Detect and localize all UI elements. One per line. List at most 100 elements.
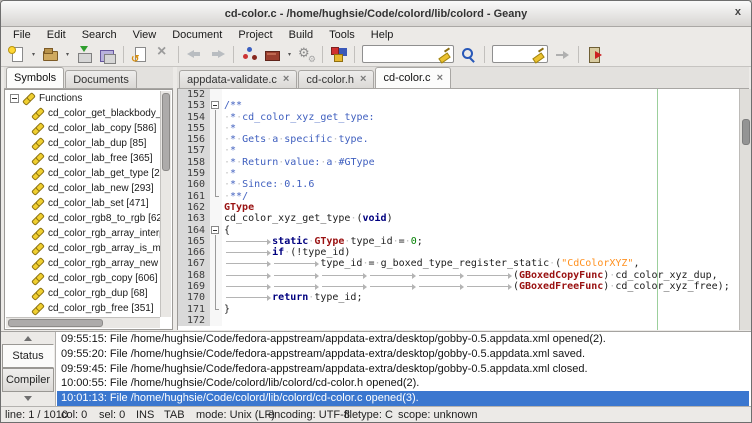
symbol-item[interactable]: cd_color_lab_dup [85]	[5, 136, 160, 151]
message-tabs-scroll-up-button[interactable]	[1, 332, 55, 344]
code-area[interactable]: 152153/**154·*·cd_color_xyz_get_type:155…	[178, 89, 751, 326]
build-button[interactable]	[261, 43, 284, 66]
open-folder-button[interactable]	[39, 43, 62, 66]
build-chevron-button[interactable]: ▾	[284, 43, 295, 66]
fold-margin[interactable]	[210, 304, 222, 315]
fold-margin[interactable]	[210, 179, 222, 190]
goto-line-input[interactable]	[495, 47, 533, 61]
code-text: }	[222, 304, 230, 315]
sidebar-tab-symbols[interactable]: Symbols	[6, 67, 64, 88]
fold-margin[interactable]	[210, 292, 222, 303]
fold-margin[interactable]	[210, 281, 222, 292]
fold-collapse-icon[interactable]	[211, 226, 219, 234]
menu-build[interactable]: Build	[281, 29, 321, 41]
search-input[interactable]	[365, 47, 428, 61]
menu-view[interactable]: View	[125, 29, 165, 41]
symbol-item[interactable]: cd_color_rgb8_to_rgb [626]	[5, 211, 160, 226]
status-message-row[interactable]: 10:00:55: File /home/hughsie/Code/colord…	[57, 376, 749, 391]
code-line: 158·*·Return·value:·a·#GType	[178, 157, 751, 168]
collapse-expander-icon[interactable]	[10, 94, 19, 103]
nav-back-button[interactable]	[183, 43, 206, 66]
sidebar-tab-bar: SymbolsDocuments	[4, 67, 173, 89]
token: *	[230, 168, 236, 179]
symbol-item[interactable]: cd_color_rgb_array_interpolate [9	[5, 226, 160, 241]
symbol-item[interactable]: cd_color_lab_copy [586]	[5, 121, 160, 136]
run-button[interactable]	[295, 43, 318, 66]
symbol-item[interactable]: cd_color_rgb_copy [606]	[5, 271, 160, 286]
fold-margin[interactable]	[210, 112, 222, 123]
message-tabs-scroll-down-button[interactable]	[1, 392, 55, 404]
search-button[interactable]	[457, 43, 480, 66]
symbol-item[interactable]: cd_color_lab_set [471]	[5, 196, 160, 211]
sidebar-tab-documents[interactable]: Documents	[65, 70, 137, 88]
fold-margin[interactable]	[210, 258, 222, 269]
fold-margin[interactable]	[210, 270, 222, 281]
close-document-button[interactable]	[151, 43, 174, 66]
fold-margin[interactable]	[210, 89, 222, 100]
message-tab-status[interactable]: Status	[2, 344, 54, 368]
fold-margin[interactable]	[210, 202, 222, 213]
quit-button[interactable]	[583, 43, 606, 66]
fold-margin[interactable]	[210, 168, 222, 179]
jump-to-button[interactable]	[551, 43, 574, 66]
fold-margin[interactable]	[210, 100, 222, 111]
compile-button[interactable]	[238, 43, 261, 66]
editor-tab-cd-color-c[interactable]: cd-color.c×	[375, 67, 451, 88]
color-chooser-button[interactable]	[327, 43, 350, 66]
revert-button[interactable]	[128, 43, 151, 66]
tab-close-icon[interactable]: ×	[283, 75, 289, 84]
symbol-item[interactable]: cd_color_rgb_array_is_monotonic	[5, 241, 160, 256]
menu-search[interactable]: Search	[74, 29, 125, 41]
editor-tab-cd-color-h[interactable]: cd-color.h×	[298, 70, 374, 88]
tab-whitespace-icon	[224, 281, 272, 292]
save-all-button[interactable]	[96, 43, 119, 66]
new-file-chevron-button[interactable]: ▾	[28, 43, 39, 66]
search-entry[interactable]	[362, 45, 454, 63]
nav-forward-button[interactable]	[206, 43, 229, 66]
menu-document[interactable]: Document	[164, 29, 230, 41]
goto-line-entry[interactable]	[492, 45, 548, 63]
tree-root-functions[interactable]: Functions	[5, 91, 160, 106]
fold-margin[interactable]	[210, 213, 222, 224]
save-button[interactable]	[73, 43, 96, 66]
message-tab-compiler[interactable]: Compiler	[2, 368, 54, 392]
new-file-button[interactable]	[5, 43, 28, 66]
fold-margin[interactable]	[210, 134, 222, 145]
fold-margin[interactable]	[210, 247, 222, 258]
menu-help[interactable]: Help	[363, 29, 402, 41]
title-bar[interactable]: cd-color.c - /home/hughsie/Code/colord/l…	[1, 1, 751, 27]
menu-file[interactable]: File	[5, 29, 39, 41]
symbol-item[interactable]: cd_color_lab_free [365]	[5, 151, 160, 166]
menu-tools[interactable]: Tools	[321, 29, 363, 41]
symbol-item[interactable]: cd_color_lab_get_type [203]	[5, 166, 160, 181]
status-message-row[interactable]: 10:01:13: File /home/hughsie/Code/colord…	[57, 391, 749, 406]
clear-broom-icon[interactable]	[438, 48, 451, 61]
menu-edit[interactable]: Edit	[39, 29, 74, 41]
symbol-item[interactable]: cd_color_get_blackbody_rgb [99	[5, 106, 160, 121]
symbol-item[interactable]: cd_color_lab_new [293]	[5, 181, 160, 196]
tab-close-icon[interactable]: ×	[437, 74, 443, 83]
fold-margin[interactable]	[210, 315, 222, 326]
fold-margin[interactable]	[210, 157, 222, 168]
fold-margin[interactable]	[210, 191, 222, 202]
status-message-row[interactable]: 09:59:45: File /home/hughsie/Code/fedora…	[57, 362, 749, 377]
sidebar-horizontal-scrollbar[interactable]	[6, 317, 160, 328]
status-message-row[interactable]: 09:55:15: File /home/hughsie/Code/fedora…	[57, 332, 749, 347]
symbol-item[interactable]: cd_color_rgb_free [351]	[5, 301, 160, 316]
symbol-item[interactable]: cd_color_rgb_array_new [896]	[5, 256, 160, 271]
fold-margin[interactable]	[210, 225, 222, 236]
status-message-row[interactable]: 09:55:20: File /home/hughsie/Code/fedora…	[57, 347, 749, 362]
fold-margin[interactable]	[210, 236, 222, 247]
fold-margin[interactable]	[210, 123, 222, 134]
open-folder-chevron-button[interactable]: ▾	[62, 43, 73, 66]
clear-broom-icon[interactable]	[532, 48, 545, 61]
fold-collapse-icon[interactable]	[211, 101, 219, 109]
menu-project[interactable]: Project	[230, 29, 280, 41]
sidebar-vertical-scrollbar[interactable]	[160, 91, 171, 317]
tab-close-icon[interactable]: ×	[360, 75, 366, 84]
symbol-item[interactable]: cd_color_rgb_dup [68]	[5, 286, 160, 301]
fold-margin[interactable]	[210, 145, 222, 156]
editor[interactable]: 152153/**154·*·cd_color_xyz_get_type:155…	[177, 89, 751, 330]
window-close-button[interactable]: x	[735, 6, 741, 18]
editor-tab-appdata-validate-c[interactable]: appdata-validate.c×	[179, 70, 297, 88]
